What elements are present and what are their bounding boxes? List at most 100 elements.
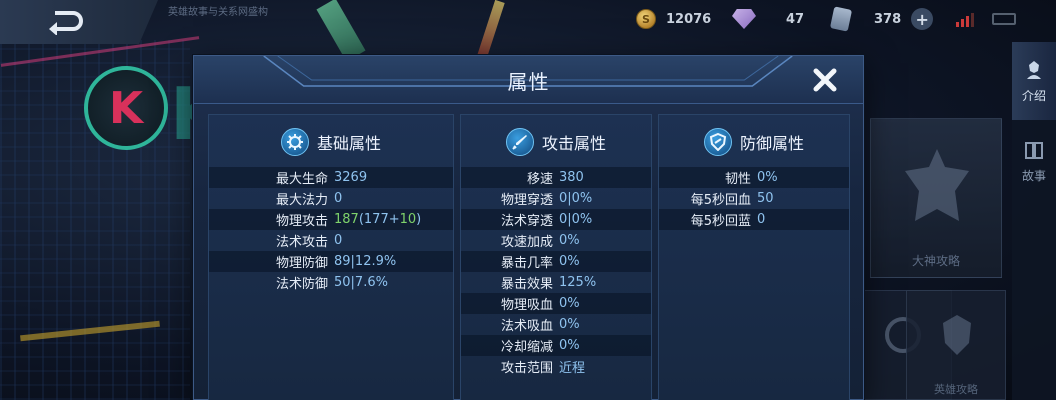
attack-attributes-list: 移速 380 物理穿透 0|0% 法术穿透 0|0% 攻速加成 0% 暴击几率 0% 暴击… — [461, 167, 651, 377]
shield-icon — [703, 128, 732, 156]
gem-value: 47 — [786, 11, 805, 27]
gem-icon — [732, 9, 756, 29]
stat-row: 韧性 0% — [659, 167, 849, 188]
stat-value: 0% — [559, 296, 580, 311]
back-arrow-icon — [49, 11, 83, 35]
stat-label: 物理防御 — [275, 256, 328, 271]
stat-value: 89|12.9% — [334, 254, 397, 269]
stat-value: 近程 — [559, 361, 586, 376]
expert-guide-label: 大神攻略 — [911, 254, 960, 268]
stat-label: 移速 — [526, 172, 553, 187]
background-weapon — [477, 0, 505, 59]
helmet-icon — [943, 315, 971, 355]
stat-row: 冷却缩减 0% — [461, 335, 651, 356]
right-sidebar: 介绍 故事 — [1012, 42, 1056, 400]
stat-total: 187 — [334, 212, 359, 227]
stat-row: 暴击效果 125% — [461, 272, 651, 293]
attributes-modal: 属性 基础属性 最大生命 3269 最大法力 0 物理攻击 187(177+10) 法… — [193, 55, 864, 400]
ticket-icon — [829, 6, 853, 32]
stat-label: 最大生命 — [275, 172, 328, 187]
stat-row: 最大生命 3269 — [209, 167, 453, 188]
tab-intro-label: 介绍 — [1021, 88, 1046, 103]
stat-label: 暴击效果 — [500, 277, 553, 292]
battery-icon — [992, 13, 1016, 25]
defense-attributes-header: 防御属性 — [659, 127, 849, 157]
stat-label: 最大法力 — [275, 193, 328, 208]
stat-base-close: ) — [416, 212, 422, 227]
stat-label: 法术吸血 — [500, 319, 553, 334]
hero-guide-label: 英雄攻略 — [934, 383, 978, 396]
add-currency-button[interactable]: + — [911, 8, 934, 30]
stat-row: 每5秒回血 50 — [659, 188, 849, 209]
stat-value: 0% — [757, 170, 778, 185]
background-weapon — [316, 0, 366, 62]
stat-value: 187(177+10) — [334, 212, 421, 227]
modal-title: 属性 — [507, 70, 550, 94]
stat-row: 最大法力 0 — [209, 188, 453, 209]
stat-value: 50 — [757, 191, 774, 206]
stat-label: 每5秒回蓝 — [690, 214, 751, 229]
stat-label: 法术防御 — [275, 277, 328, 292]
stat-value: 125% — [559, 275, 597, 290]
stat-row: 每5秒回蓝 0 — [659, 209, 849, 230]
gold-value: 12076 — [666, 11, 712, 27]
stat-label: 冷却缩减 — [500, 340, 553, 355]
gem-counter: 47 — [732, 8, 804, 30]
tab-story[interactable]: 故事 — [1012, 122, 1056, 200]
gold-coin-icon: S — [636, 9, 656, 29]
close-button[interactable] — [809, 64, 841, 96]
tab-story-label: 故事 — [1021, 168, 1046, 183]
stat-value: 0% — [559, 254, 580, 269]
stat-value: 0% — [559, 233, 580, 248]
stat-label: 法术攻击 — [275, 235, 328, 250]
stat-row: 攻击范围 近程 — [461, 356, 651, 377]
basic-attributes-list: 最大生命 3269 最大法力 0 物理攻击 187(177+10) 法术攻击 0 物理防… — [209, 167, 453, 293]
stat-row: 物理吸血 0% — [461, 293, 651, 314]
basic-attributes-header: 基础属性 — [209, 127, 453, 157]
close-icon — [813, 68, 837, 92]
stat-row: 攻速加成 0% — [461, 230, 651, 251]
attack-attributes-title: 攻击属性 — [541, 134, 606, 153]
sword-icon — [505, 128, 534, 156]
tab-intro[interactable]: 介绍 — [1012, 42, 1056, 120]
stat-label: 每5秒回血 — [690, 193, 751, 208]
stat-value: 0% — [559, 338, 580, 353]
gold-counter: S 12076 — [636, 8, 711, 30]
stat-row: 物理穿透 0|0% — [461, 188, 651, 209]
stat-row: 暴击几率 0% — [461, 251, 651, 272]
expert-guide-card[interactable]: 大神攻略 — [870, 118, 1002, 278]
basic-attributes-panel: 基础属性 最大生命 3269 最大法力 0 物理攻击 187(177+10) 法术攻击… — [208, 114, 454, 400]
stat-label: 暴击几率 — [500, 256, 553, 271]
stat-value: 0 — [334, 191, 343, 206]
stat-label: 攻击范围 — [500, 361, 553, 376]
stat-row: 物理防御 89|12.9% — [209, 251, 453, 272]
stat-value: 50|7.6% — [334, 275, 388, 290]
stat-value: 3269 — [334, 170, 368, 185]
stat-value: 0|0% — [559, 212, 593, 227]
basic-attributes-title: 基础属性 — [316, 134, 381, 153]
stat-row: 移速 380 — [461, 167, 651, 188]
stat-label: 攻速加成 — [500, 235, 553, 250]
stat-bonus: 10 — [399, 212, 417, 227]
stat-value: 0% — [559, 317, 580, 332]
ticket-value: 378 — [874, 11, 902, 27]
hero-guide-card[interactable]: 英雄攻略 — [906, 290, 1006, 400]
stat-row: 法术防御 50|7.6% — [209, 272, 453, 293]
hero-icon — [1027, 60, 1041, 79]
stat-row: 物理攻击 187(177+10) — [209, 209, 453, 230]
crest-icon — [905, 149, 969, 221]
stat-value: 0 — [757, 212, 766, 227]
defense-attributes-list: 韧性 0% 每5秒回血 50 每5秒回蓝 0 — [659, 167, 849, 230]
stat-row: 法术吸血 0% — [461, 314, 651, 335]
defense-attributes-title: 防御属性 — [739, 134, 804, 153]
stat-value: 0 — [334, 233, 343, 248]
ticket-counter: 378 + — [829, 6, 934, 32]
defense-attributes-panel: 防御属性 韧性 0% 每5秒回血 50 每5秒回蓝 0 — [658, 114, 850, 400]
back-button[interactable] — [0, 0, 158, 44]
status-indicators — [956, 8, 1016, 30]
stat-value: 0|0% — [559, 191, 593, 206]
background-emblem: K — [84, 66, 168, 150]
stat-label: 法术穿透 — [500, 214, 553, 229]
stat-label: 物理攻击 — [275, 214, 328, 229]
attack-attributes-panel: 攻击属性 移速 380 物理穿透 0|0% 法术穿透 0|0% 攻速加成 0% 暴击几率… — [460, 114, 652, 400]
